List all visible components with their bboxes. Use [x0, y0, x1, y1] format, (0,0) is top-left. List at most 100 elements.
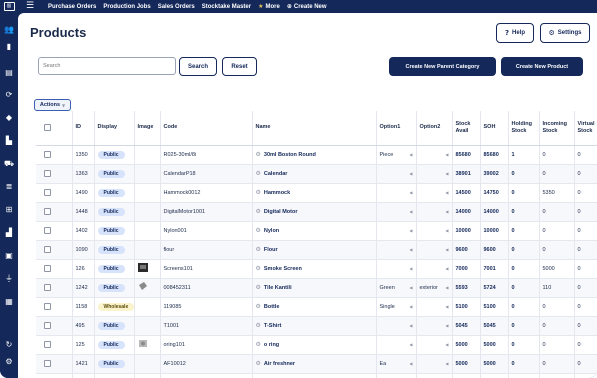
- option1-cell[interactable]: ◀: [376, 373, 417, 378]
- row-select-cell[interactable]: [36, 259, 73, 279]
- gear-icon[interactable]: ⚙: [256, 303, 261, 310]
- holding-stock-cell[interactable]: 0: [508, 183, 540, 203]
- caret-left-icon[interactable]: ◀: [445, 228, 448, 233]
- row-select-cell[interactable]: [36, 221, 73, 241]
- nav-production-jobs[interactable]: Production Jobs: [103, 4, 150, 10]
- holding-stock-link[interactable]: 0: [512, 228, 515, 234]
- gear-icon[interactable]: ⚙: [256, 227, 261, 234]
- chart-icon[interactable]: ▟: [3, 227, 15, 239]
- soh-cell[interactable]: 14000: [480, 202, 509, 222]
- soh-cell[interactable]: 14750: [480, 183, 509, 203]
- nav-more[interactable]: ★ More: [258, 3, 280, 10]
- column-header[interactable]: Name: [252, 111, 377, 146]
- caret-left-icon[interactable]: ◀: [445, 285, 448, 290]
- option2-cell[interactable]: ◀: [416, 259, 453, 279]
- nav-sales-orders[interactable]: Sales Orders: [158, 4, 195, 10]
- name-cell[interactable]: ⚙ Flour: [252, 240, 377, 260]
- stock-avail-link[interactable]: 38901: [456, 171, 471, 177]
- store-icon[interactable]: ▦: [3, 296, 15, 308]
- stock-avail-cell[interactable]: 5593: [452, 278, 481, 298]
- caret-left-icon[interactable]: ◀: [409, 266, 412, 271]
- column-header[interactable]: ID: [72, 111, 95, 146]
- stock-avail-link[interactable]: 5045: [456, 323, 468, 329]
- row-checkbox[interactable]: [44, 189, 51, 196]
- option1-cell[interactable]: ◀: [376, 316, 417, 336]
- nav-create-new[interactable]: ⊕ Create New: [287, 3, 327, 10]
- name-cell[interactable]: ⚙ Calendar: [252, 164, 377, 184]
- gear-icon[interactable]: ⚙: [256, 284, 261, 291]
- create-product-button[interactable]: Create New Product: [501, 57, 583, 76]
- book-icon[interactable]: ▮: [3, 41, 15, 53]
- soh-link[interactable]: 7001: [484, 266, 496, 272]
- hamburger-menu-icon[interactable]: ☰: [26, 0, 38, 13]
- holding-stock-link[interactable]: 0: [512, 266, 515, 272]
- gear-icon[interactable]: ⚙: [256, 265, 261, 272]
- nav-stocktake-master[interactable]: Stocktake Master: [202, 4, 251, 10]
- option2-cell[interactable]: ◀: [416, 145, 453, 165]
- select-all-header[interactable]: [36, 111, 73, 146]
- stock-avail-cell[interactable]: 5000: [452, 335, 481, 355]
- column-header[interactable]: Holding Stock: [508, 111, 540, 146]
- column-header[interactable]: Image: [134, 111, 161, 146]
- row-select-cell[interactable]: [36, 354, 73, 374]
- holding-stock-link[interactable]: 0: [512, 171, 515, 177]
- option2-cell[interactable]: ◀: [416, 297, 453, 317]
- stock-avail-cell[interactable]: 38901: [452, 164, 481, 184]
- soh-cell[interactable]: 10000: [480, 221, 509, 241]
- row-select-cell[interactable]: [36, 240, 73, 260]
- gear-icon[interactable]: ⚙: [256, 170, 261, 177]
- product-thumbnail[interactable]: [138, 282, 148, 291]
- soh-link[interactable]: 5724: [484, 285, 496, 291]
- row-checkbox[interactable]: [44, 246, 51, 253]
- product-name-link[interactable]: Air freshner: [264, 361, 295, 367]
- stock-avail-cell[interactable]: 7000: [452, 259, 481, 279]
- holding-stock-cell[interactable]: 0: [508, 316, 540, 336]
- product-name-link[interactable]: Nylon: [264, 228, 279, 234]
- help-button[interactable]: ? Help: [496, 23, 534, 43]
- stock-avail-cell[interactable]: 9600: [452, 240, 481, 260]
- soh-link[interactable]: 85680: [484, 152, 499, 158]
- caret-left-icon[interactable]: ◀: [409, 285, 412, 290]
- settings-button[interactable]: ⚙ Settings: [540, 23, 590, 43]
- row-checkbox[interactable]: [44, 227, 51, 234]
- soh-cell[interactable]: 5100: [480, 297, 509, 317]
- table-row[interactable]: 1514PublicPar0123⚙Paracetemol◀◀500050001…: [36, 373, 597, 378]
- column-header[interactable]: Option1: [376, 111, 417, 146]
- holding-stock-link[interactable]: 0: [512, 209, 515, 215]
- stock-avail-cell[interactable]: 5100: [452, 297, 481, 317]
- caret-left-icon[interactable]: ◀: [409, 228, 412, 233]
- table-row[interactable]: 125 Public oring101 ⚙ o ring ◀ ◀ 5000 5000 0 0 0: [36, 335, 597, 355]
- stock-avail-cell[interactable]: 5045: [452, 316, 481, 336]
- option1-cell[interactable]: ◀: [376, 259, 417, 279]
- holding-stock-cell[interactable]: 0: [508, 278, 540, 298]
- holding-stock-cell[interactable]: 0: [508, 354, 540, 374]
- holding-stock-link[interactable]: 1: [512, 152, 515, 158]
- option1-cell[interactable]: ◀: [376, 202, 417, 222]
- holding-stock-link[interactable]: 0: [512, 304, 515, 310]
- option2-cell[interactable]: ◀: [416, 183, 453, 203]
- name-cell[interactable]: ⚙ T-Shirt: [252, 316, 377, 336]
- stock-avail-link[interactable]: 5000: [456, 361, 468, 367]
- column-header[interactable]: Option2: [416, 111, 453, 146]
- option2-cell[interactable]: ◀: [416, 202, 453, 222]
- stock-avail-link[interactable]: 85680: [456, 152, 471, 158]
- caret-left-icon[interactable]: ◀: [445, 190, 448, 195]
- soh-cell[interactable]: 85680: [480, 145, 509, 165]
- soh-link[interactable]: 10000: [484, 228, 499, 234]
- soh-link[interactable]: 5000: [484, 361, 496, 367]
- caret-left-icon[interactable]: ◀: [409, 342, 412, 347]
- column-header[interactable]: Code: [160, 111, 253, 146]
- row-checkbox[interactable]: [44, 151, 51, 158]
- soh-cell[interactable]: 7001: [480, 259, 509, 279]
- option1-cell[interactable]: Single ◀: [376, 297, 417, 317]
- column-header[interactable]: Stock Avail: [452, 111, 481, 146]
- row-checkbox[interactable]: [44, 208, 51, 215]
- cycle-icon[interactable]: ⟳: [3, 89, 15, 101]
- product-thumbnail[interactable]: [137, 263, 148, 272]
- name-cell[interactable]: ⚙ Nylon: [252, 221, 377, 241]
- product-name-link[interactable]: Digital Motor: [264, 209, 298, 215]
- stock-avail-cell[interactable]: 5000: [452, 373, 481, 378]
- row-select-cell[interactable]: [36, 183, 73, 203]
- name-cell[interactable]: ⚙ 30ml Boston Round: [252, 145, 377, 165]
- table-row[interactable]: 1090 Public flour ⚙ Flour ◀ ◀ 9600 9600 0 0 0: [36, 240, 597, 260]
